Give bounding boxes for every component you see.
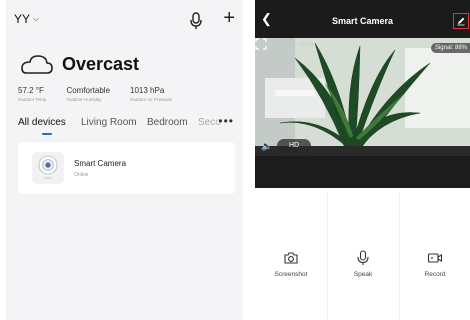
live-video-feed[interactable]: 2018-08-17 13:08:24 Signal: 88% 🔈 HD <box>255 38 470 156</box>
home-name: YY <box>14 12 31 26</box>
camera-screen: ❮ Smart Camera 2018-08-17 13:08:24 Signa… <box>255 0 470 320</box>
stat-pressure: 1013 hPa Outdoor Air Pressure <box>130 86 172 102</box>
stat-label: Outdoor Humidity <box>66 97 102 102</box>
home-screen: YY ⌵ + Overcast 57.2 °F Outdoor Temp Com… <box>6 0 243 320</box>
edit-button[interactable] <box>453 13 469 29</box>
device-name: Smart Camera <box>74 159 127 168</box>
device-card[interactable]: Smart Camera Online <box>18 142 235 194</box>
add-device-button[interactable]: + <box>223 8 235 28</box>
camera-device-icon <box>32 152 64 184</box>
video-control-strip <box>255 156 470 188</box>
screenshot-button[interactable]: Screenshot <box>255 250 327 278</box>
stat-value: 1013 hPa <box>130 86 165 95</box>
stat-label: Outdoor Air Pressure <box>130 97 173 102</box>
chevron-down-icon: ⌵ <box>33 14 40 23</box>
camera-controls: Screenshot Speak Record <box>255 188 470 320</box>
tab-living-room[interactable]: Living Room <box>81 117 137 128</box>
camera-header: ❮ Smart Camera <box>255 0 470 38</box>
pencil-icon <box>457 17 465 26</box>
device-status: Online <box>74 172 89 178</box>
stat-value: 57.2 °F <box>18 86 44 95</box>
tab-bedroom[interactable]: Bedroom <box>147 117 188 128</box>
weather-condition: Overcast <box>62 53 140 74</box>
speak-button[interactable]: Speak <box>327 250 399 278</box>
top-bar: YY ⌵ + <box>14 8 235 32</box>
active-tab-indicator <box>42 133 52 135</box>
weather-summary: Overcast <box>18 52 139 76</box>
stat-value: Comfortable <box>66 86 111 95</box>
record-button[interactable]: Record <box>399 250 470 278</box>
screenshot-label: Screenshot <box>274 271 308 278</box>
camera-icon <box>284 252 298 264</box>
video-camera-icon <box>427 253 443 263</box>
microphone-icon[interactable] <box>189 12 203 30</box>
room-tabs: All devices Living Room Bedroom Seco ••• <box>18 117 237 137</box>
signal-badge: Signal: 88% <box>430 43 470 53</box>
stat-humidity: Comfortable Outdoor Humidity <box>66 86 110 102</box>
page-title: Smart Camera <box>331 16 394 26</box>
quality-toggle[interactable]: HD <box>277 139 311 153</box>
cloud-icon <box>21 55 53 74</box>
record-label: Record <box>424 271 446 278</box>
home-selector[interactable]: YY ⌵ <box>14 12 39 26</box>
fullscreen-icon[interactable] <box>255 38 267 50</box>
stat-temp: 57.2 °F Outdoor Temp <box>18 86 46 102</box>
tab-second[interactable]: Seco <box>198 117 221 128</box>
speaker-mute-icon[interactable]: 🔈 <box>261 141 272 152</box>
stat-label: Outdoor Temp <box>18 97 47 102</box>
tab-all-devices[interactable]: All devices <box>18 117 66 128</box>
weather-stats: 57.2 °F Outdoor Temp Comfortable Outdoor… <box>18 86 172 102</box>
more-icon[interactable]: ••• <box>218 117 234 128</box>
speak-label: Speak <box>353 271 373 278</box>
microphone-icon <box>357 250 369 265</box>
